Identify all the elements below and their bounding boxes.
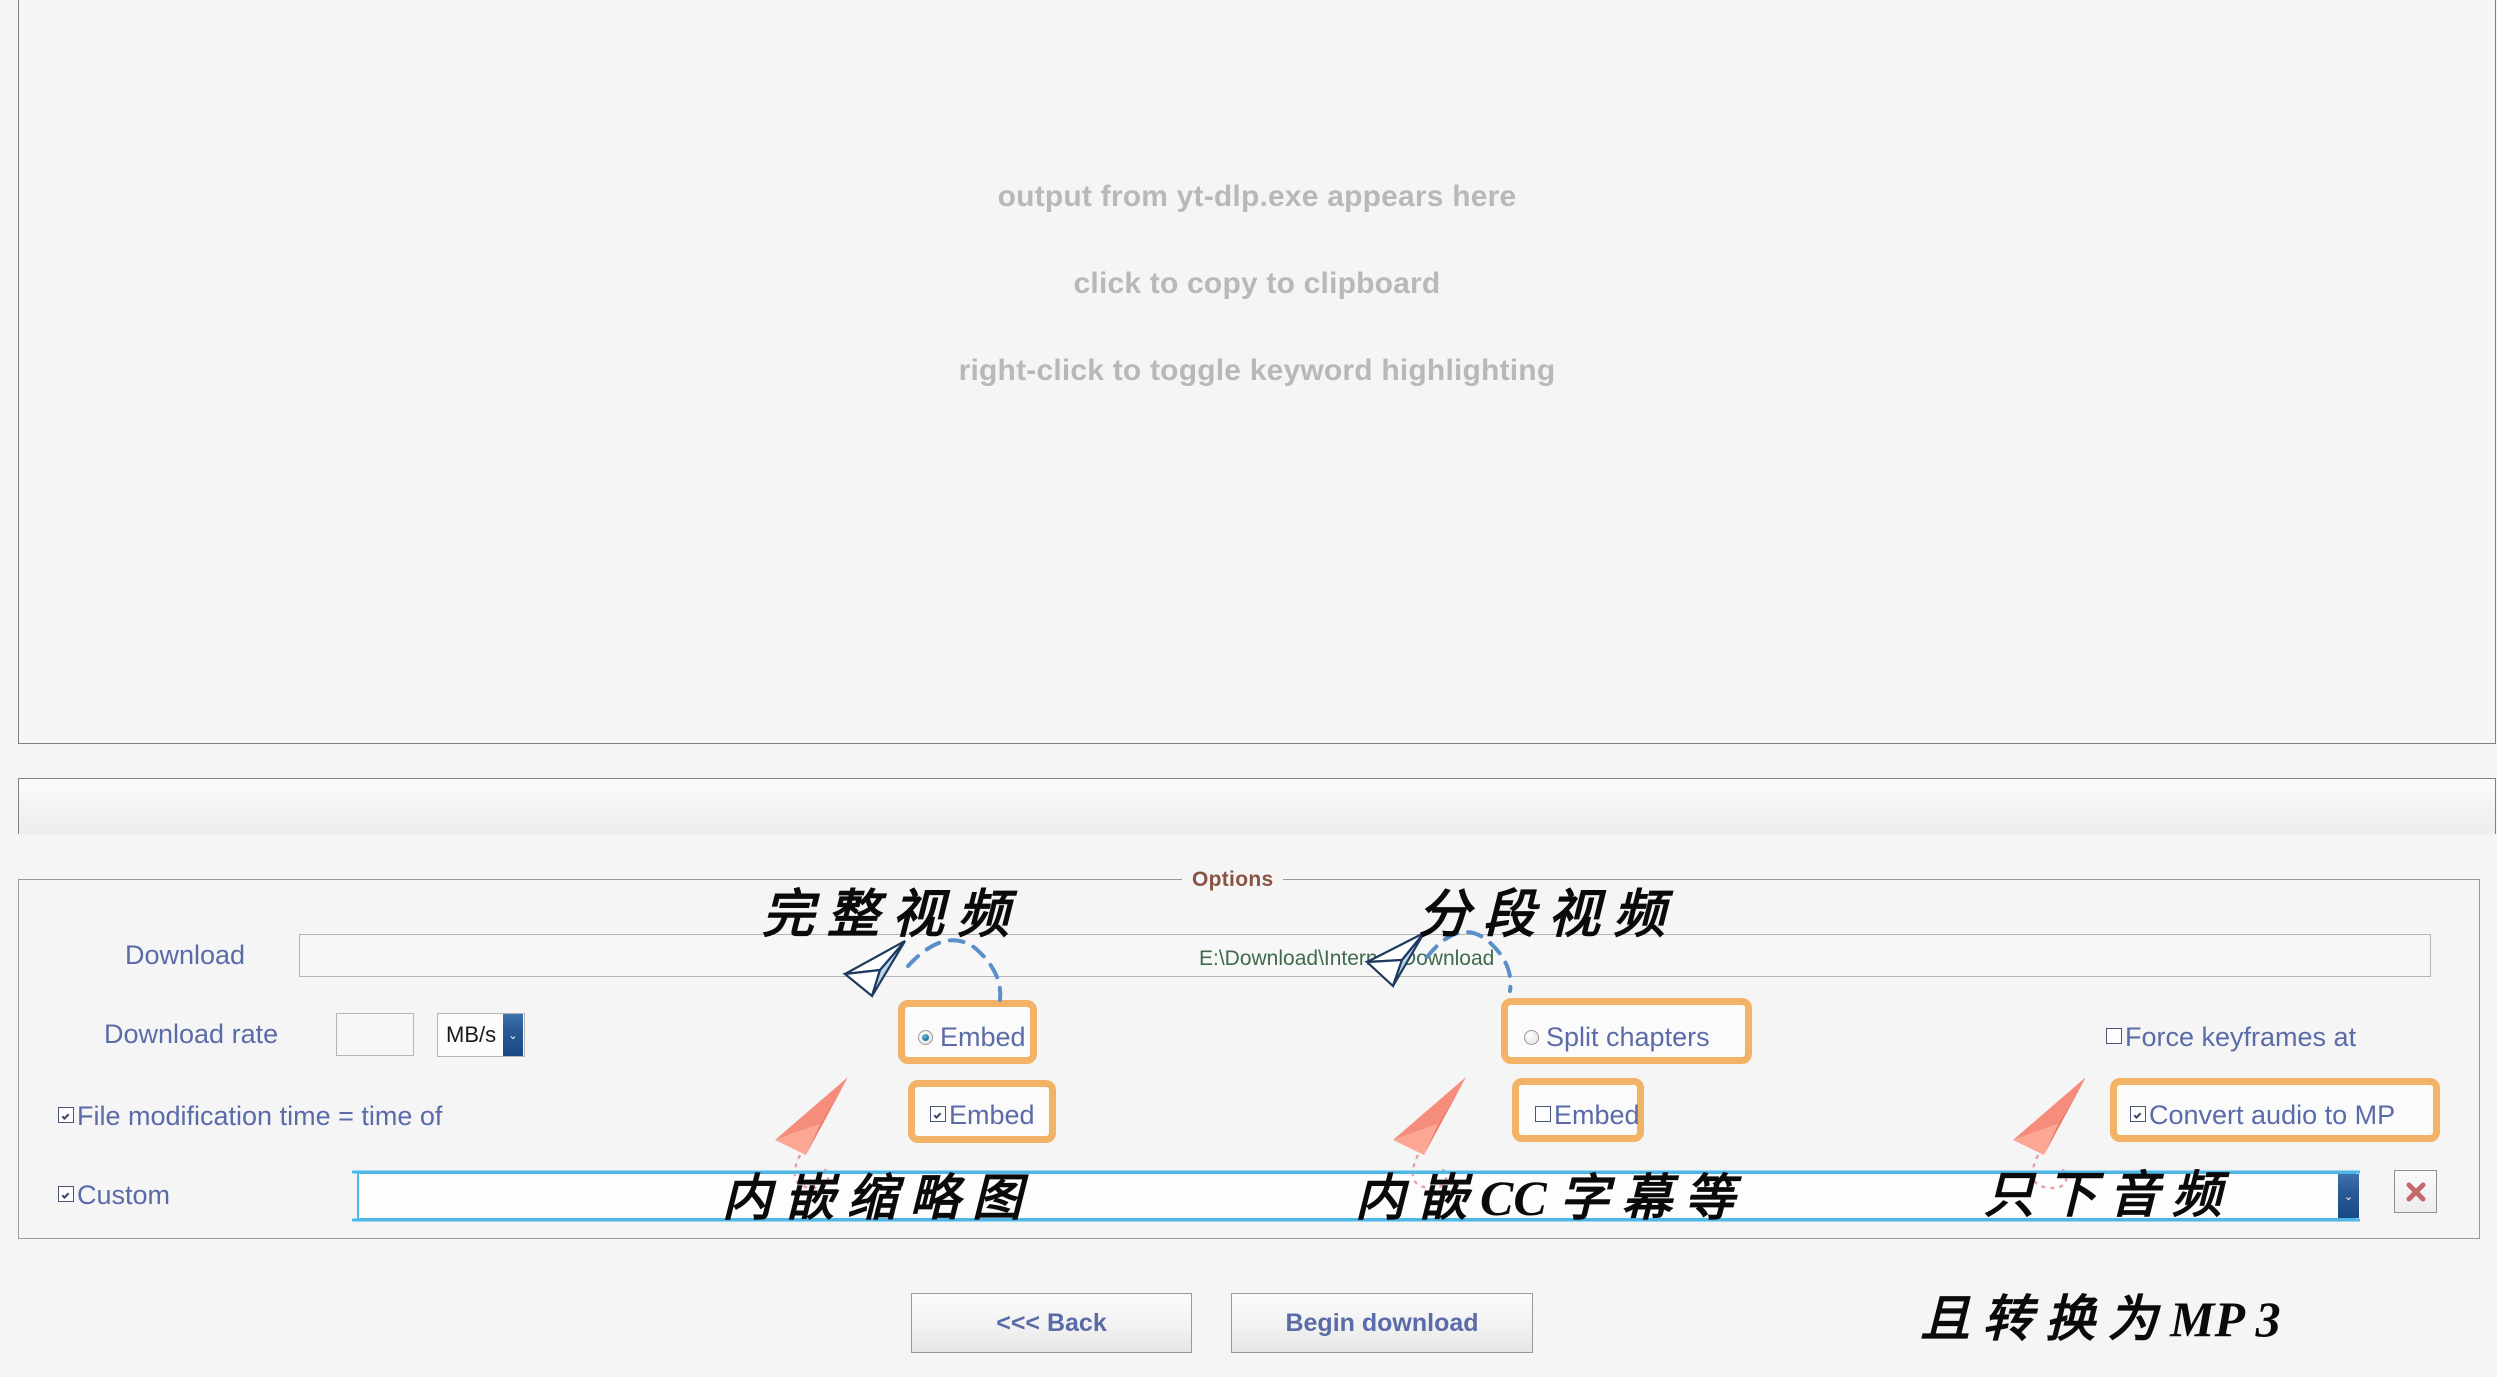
annotation-full-video: 完 整 视 频 xyxy=(762,887,1010,944)
checkbox-icon[interactable] xyxy=(2130,1106,2146,1122)
begin-download-button[interactable]: Begin download xyxy=(1231,1293,1533,1353)
download-path-value: E:\Download\Internet Download xyxy=(1199,947,1495,970)
checkbox-icon[interactable] xyxy=(2106,1028,2122,1044)
progress-bar-panel xyxy=(18,778,2496,834)
placeholder-line-3: right-click to toggle keyword highlighti… xyxy=(958,354,1556,387)
embed-chapters-checkbox[interactable]: Embed xyxy=(1535,1100,1640,1131)
split-chapters-radio[interactable]: Split chapters xyxy=(1524,1022,1710,1053)
download-rate-label: Download rate xyxy=(104,1019,279,1049)
file-modification-time-label: File modification time = time of xyxy=(77,1101,443,1131)
console-placeholder-text: output from yt-dlp.exe appears here clic… xyxy=(19,0,2495,743)
embed-chapters-label: Embed xyxy=(1554,1100,1640,1130)
checkbox-icon[interactable] xyxy=(1535,1106,1551,1122)
back-button[interactable]: <<< Back xyxy=(911,1293,1192,1353)
checkbox-icon[interactable] xyxy=(58,1107,74,1123)
annotation-split-video: 分 段 视 频 xyxy=(1418,887,1666,944)
custom-dropdown-chevron-icon[interactable]: ⌄ xyxy=(2338,1174,2359,1218)
placeholder-line-1: output from yt-dlp.exe appears here xyxy=(997,180,1517,213)
embed-subtitles-checkbox[interactable]: Embed xyxy=(930,1100,1035,1131)
force-keyframes-label: Force keyframes at xyxy=(2125,1022,2357,1052)
embed-subtitles-label: Embed xyxy=(949,1100,1035,1130)
split-chapters-label: Split chapters xyxy=(1546,1022,1710,1052)
download-label: Download xyxy=(125,940,246,970)
rate-unit-select[interactable]: MB/s ⌄ xyxy=(437,1013,525,1057)
force-keyframes-checkbox[interactable]: Force keyframes at xyxy=(2106,1022,2356,1053)
close-icon xyxy=(2406,1182,2425,1201)
chevron-down-icon[interactable]: ⌄ xyxy=(503,1014,523,1056)
annotation-embed-cc: 内 嵌 CC 字 幕 等 xyxy=(1355,1170,1735,1226)
options-legend: Options xyxy=(1182,868,1284,892)
custom-checkbox[interactable]: Custom xyxy=(58,1180,170,1211)
convert-audio-checkbox[interactable]: Convert audio to MP xyxy=(2130,1100,2395,1131)
checkbox-icon[interactable] xyxy=(58,1186,74,1202)
annotation-convert-mp3: 且 转 换 为 MP 3 xyxy=(1920,1291,2281,1347)
radio-icon[interactable] xyxy=(918,1030,933,1045)
custom-label: Custom xyxy=(77,1180,171,1210)
download-rate-input[interactable] xyxy=(336,1013,414,1056)
checkbox-icon[interactable] xyxy=(930,1106,946,1122)
convert-audio-label: Convert audio to MP xyxy=(2149,1100,2396,1130)
custom-delete-button[interactable] xyxy=(2394,1170,2437,1213)
embed-thumbnail-radio[interactable]: Embed xyxy=(918,1022,1026,1053)
file-modification-time-checkbox[interactable]: File modification time = time of xyxy=(58,1101,442,1132)
placeholder-line-2: click to copy to clipboard xyxy=(1073,267,1441,300)
embed-thumbnail-label: Embed xyxy=(940,1022,1026,1052)
rate-unit-value: MB/s xyxy=(446,1022,497,1047)
annotation-embed-thumbnail: 内 嵌 缩 略 图 xyxy=(722,1170,1022,1226)
console-output-panel[interactable]: output from yt-dlp.exe appears here clic… xyxy=(18,0,2496,744)
annotation-audio-only: 只 下 音 频 xyxy=(1984,1167,2222,1223)
radio-icon[interactable] xyxy=(1524,1030,1539,1045)
